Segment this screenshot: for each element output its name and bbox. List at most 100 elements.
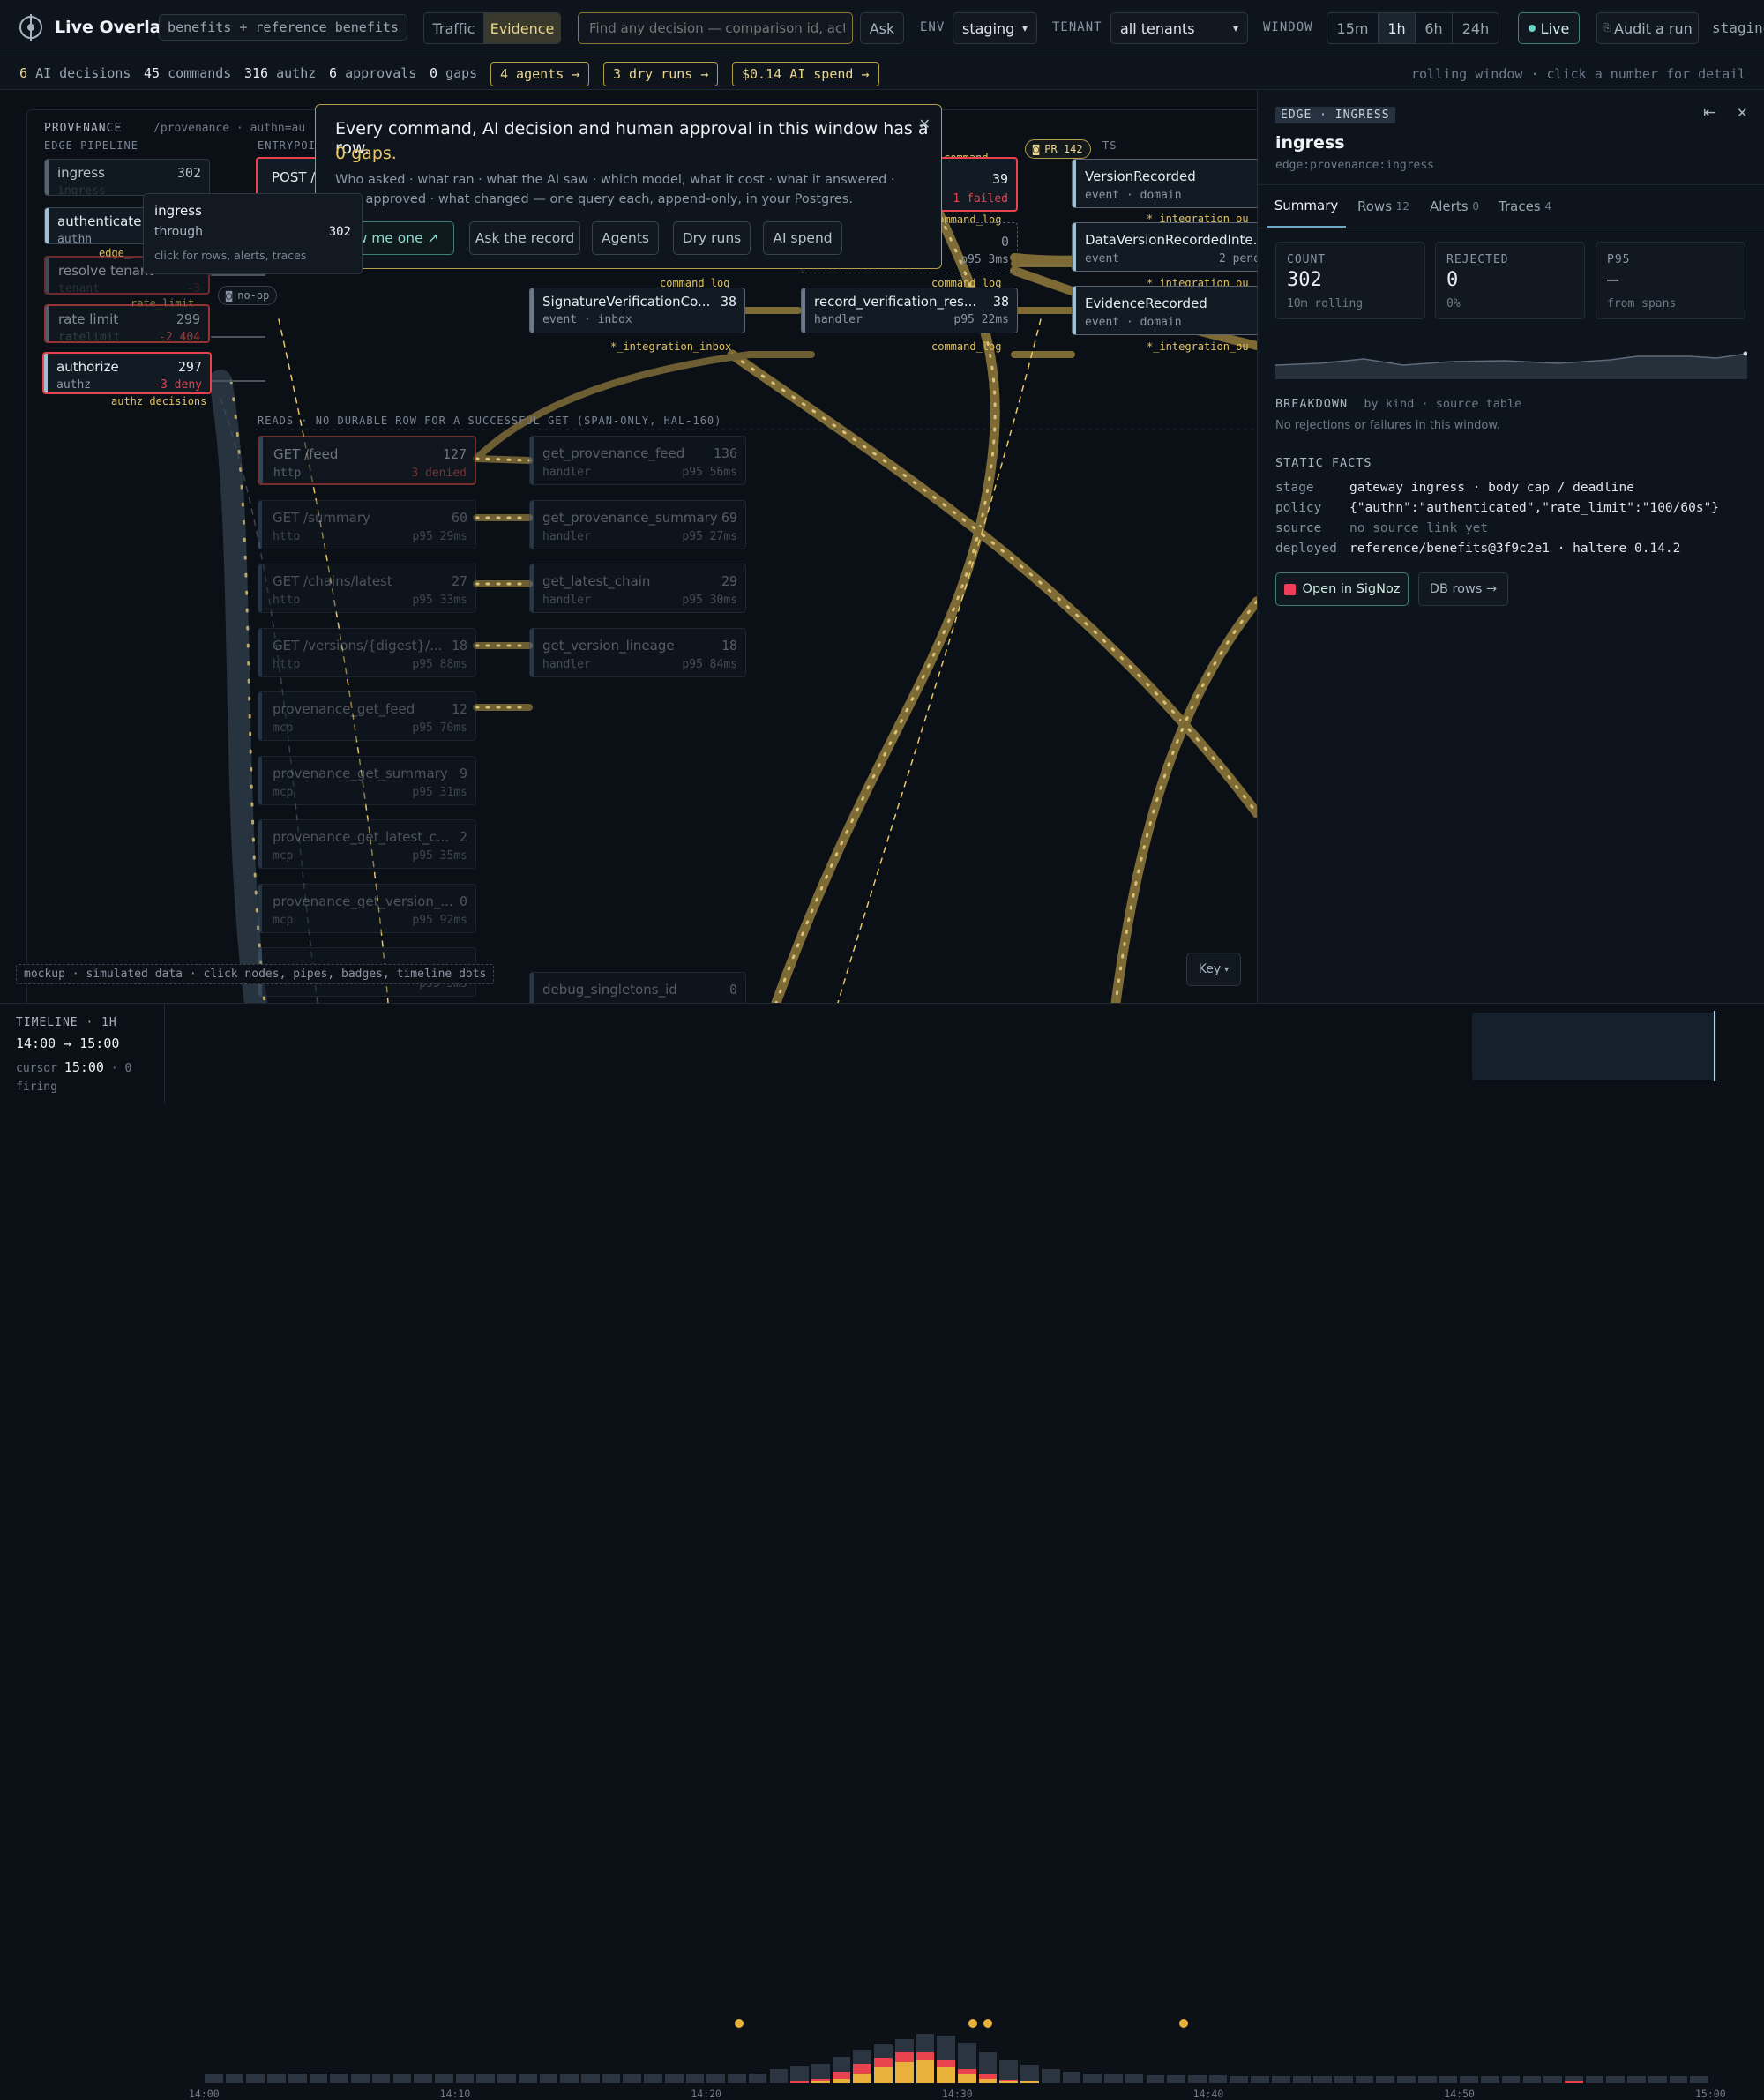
timeline-bar-red[interactable] [790, 2081, 809, 2083]
dry-runs-button[interactable]: Dry runs [673, 221, 751, 255]
window-option-6h[interactable]: 6h [1416, 13, 1453, 43]
timeline-bar[interactable] [602, 2074, 621, 2083]
timeline-bar[interactable] [999, 2060, 1019, 2080]
tenant-select[interactable]: all tenants ▾ [1110, 12, 1248, 44]
timeline-bar[interactable] [1606, 2076, 1626, 2083]
timeline-bar[interactable] [790, 2066, 809, 2082]
handler-node-record-verification[interactable]: record_verification_res... 38 handler p9… [801, 288, 1018, 333]
read-node[interactable]: GET /versions/{digest}/... 18 http p95 8… [258, 627, 476, 677]
timeline-bar-amber[interactable] [874, 2067, 893, 2083]
timeline-bar[interactable] [351, 2074, 370, 2083]
timeline-bar[interactable] [1648, 2076, 1667, 2083]
timeline-bar[interactable] [1501, 2076, 1521, 2083]
read-node[interactable]: provenance_get_latest_c... 2 mcp p95 35m… [258, 819, 476, 869]
stat-gaps[interactable]: 0 gaps [430, 65, 477, 81]
timeline-selection[interactable] [1472, 1013, 1716, 1080]
stat-authz[interactable]: 316 authz [244, 65, 316, 81]
timeline-event-dot[interactable] [968, 2019, 978, 2028]
timeline-bar[interactable] [916, 2034, 935, 2052]
timeline-bar[interactable] [225, 2074, 244, 2083]
timeline-bar-red[interactable] [894, 2051, 914, 2062]
timeline-bar[interactable] [1083, 2073, 1102, 2083]
timeline-bar[interactable] [246, 2074, 265, 2083]
timeline-bar-amber[interactable] [916, 2060, 935, 2083]
agents-chip[interactable]: 4 agents → [490, 62, 590, 86]
timeline-bar[interactable] [894, 2039, 914, 2052]
handler-node[interactable]: get_provenance_feed 136 handler p95 56ms [529, 436, 746, 485]
timeline-bar-red[interactable] [999, 2080, 1019, 2082]
timeline-bar[interactable] [267, 2074, 286, 2083]
stat-commands[interactable]: 45 commands [144, 65, 231, 81]
timeline-bar[interactable] [392, 2074, 412, 2083]
read-node[interactable]: provenance_get_summary 9 mcp p95 31ms [258, 755, 476, 805]
ai-spend-button[interactable]: AI spend [763, 221, 842, 255]
timeline-cursor-line[interactable] [1714, 1011, 1715, 1081]
timeline-bar[interactable] [1251, 2076, 1269, 2083]
close-icon[interactable]: ✕ [1737, 105, 1748, 121]
timeline-bar[interactable] [1020, 2065, 1039, 2082]
timeline-bar[interactable] [811, 2063, 830, 2080]
timeline-bar[interactable] [1690, 2076, 1708, 2083]
pr-badge[interactable]: ◙ PR 142 [1025, 139, 1091, 159]
timeline-bar[interactable] [1522, 2076, 1542, 2083]
timeline-event-dot[interactable] [983, 2019, 993, 2028]
ask-record-button[interactable]: Ask the record [469, 221, 580, 255]
timeline-bar[interactable] [1397, 2076, 1416, 2083]
timeline-bar[interactable] [1355, 2076, 1374, 2083]
timeline-bar[interactable] [1544, 2076, 1562, 2083]
read-node[interactable]: provenance_get_feed 12 mcp p95 70ms [258, 691, 476, 741]
read-node[interactable]: GET /summary 60 http p95 29ms [258, 499, 476, 549]
read-node[interactable]: provenance_get_version_... 0 mcp p95 92m… [258, 883, 476, 933]
timeline-bar[interactable] [497, 2074, 516, 2083]
timeline-bar[interactable] [1481, 2076, 1499, 2083]
timeline-bar[interactable] [853, 2049, 872, 2064]
timeline-bar[interactable] [1585, 2076, 1604, 2083]
timeline-event-dot[interactable] [735, 2019, 744, 2028]
timeline-bar[interactable] [623, 2074, 642, 2083]
timeline-bar-red[interactable] [832, 2072, 851, 2080]
tab-summary[interactable]: Summary [1267, 185, 1346, 228]
collapse-panel-icon[interactable]: ⇤ [1703, 104, 1715, 122]
timeline-bar-red[interactable] [916, 2051, 935, 2061]
read-node[interactable]: GET /feed 127 http 3 denied [258, 436, 476, 485]
timeline-bar[interactable] [937, 2035, 955, 2061]
timeline-bar[interactable] [309, 2073, 328, 2083]
timeline-bar[interactable] [978, 2051, 998, 2075]
timeline-bar[interactable] [1125, 2074, 1144, 2083]
event-node-version-recorded[interactable]: VersionRecorded event · domain [1072, 159, 1257, 208]
tab-traces[interactable]: Traces 4 [1499, 185, 1551, 228]
handler-node[interactable]: debug_singletons_id 0 handler p95 2ms [529, 972, 746, 1003]
window-option-1h[interactable]: 1h [1379, 13, 1416, 43]
timeline-bar[interactable] [1313, 2076, 1332, 2083]
timeline-bar[interactable] [414, 2074, 432, 2083]
stat-ai-decisions[interactable]: 6 AI decisions [19, 65, 131, 81]
tab-alerts[interactable]: Alerts 0 [1430, 185, 1479, 228]
timeline-bar[interactable] [1062, 2072, 1081, 2083]
timeline-bar[interactable] [1627, 2076, 1646, 2083]
timeline-bar[interactable] [1669, 2076, 1688, 2083]
timeline-bar[interactable] [518, 2074, 537, 2083]
window-option-15m[interactable]: 15m [1327, 13, 1379, 43]
timeline-bar[interactable] [1146, 2075, 1165, 2083]
timeline-bar[interactable] [1167, 2075, 1185, 2083]
timeline-bar[interactable] [1439, 2076, 1458, 2083]
handler-node[interactable]: get_provenance_summary 69 handler p95 27… [529, 499, 746, 549]
agents-button[interactable]: Agents [592, 221, 659, 255]
event-node-signature-verification[interactable]: SignatureVerificationCo... 38 event · in… [529, 288, 745, 333]
timeline-bar-red[interactable] [811, 2079, 830, 2082]
stat-approvals[interactable]: 6 approvals [329, 65, 416, 81]
timeline-bar[interactable] [748, 2073, 767, 2083]
timeline-bar[interactable] [560, 2074, 579, 2083]
timeline-bar-amber[interactable] [958, 2074, 976, 2083]
event-node-evidence-recorded[interactable]: EvidenceRecorded event · domain [1072, 286, 1257, 335]
timeline-bar-red[interactable] [937, 2060, 955, 2068]
timeline-bar-red[interactable] [958, 2069, 976, 2075]
timeline-bar[interactable] [706, 2074, 726, 2083]
timeline-bar-amber[interactable] [999, 2081, 1019, 2083]
timeline-bar[interactable] [455, 2074, 475, 2083]
timeline-bar[interactable] [1460, 2076, 1479, 2083]
window-option-24h[interactable]: 24h [1453, 13, 1499, 43]
timeline-bar-red[interactable] [874, 2058, 893, 2068]
timeline-bar[interactable] [1041, 2069, 1060, 2083]
timeline-bar[interactable] [1208, 2075, 1228, 2083]
